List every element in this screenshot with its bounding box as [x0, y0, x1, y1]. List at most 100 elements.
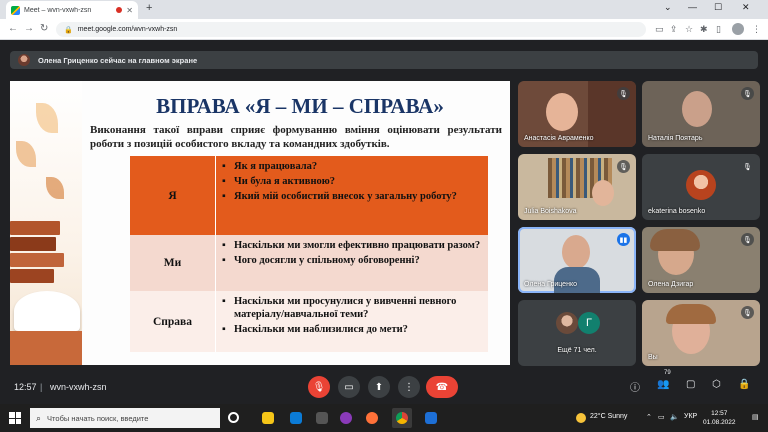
volume-icon[interactable]: 🔈: [670, 413, 679, 421]
slide-decoration: [10, 81, 82, 365]
tray-chevron-icon[interactable]: ⌃: [646, 413, 652, 421]
mic-off-icon: 🎙: [741, 87, 754, 100]
host-controls-icon[interactable]: 🔒: [738, 379, 750, 390]
leaf-icon: [16, 141, 36, 167]
browser-menu-icon[interactable]: ⋮: [752, 24, 761, 35]
new-tab-button[interactable]: +: [146, 2, 152, 14]
lock-icon: 🔒: [64, 26, 73, 34]
participant-hair: [666, 304, 716, 324]
profile-avatar[interactable]: [732, 23, 744, 35]
extensions-icon[interactable]: ✱: [700, 24, 708, 35]
slide-table: Я ▪ Як я працювала? ▪ Чи була я активною? …: [130, 156, 488, 352]
word-icon[interactable]: [425, 412, 437, 424]
end-call-button[interactable]: ☎: [426, 376, 458, 398]
present-button[interactable]: ⬆: [368, 376, 390, 398]
back-icon[interactable]: ←: [8, 23, 18, 34]
participant-count-badge: 79: [664, 370, 671, 376]
clock-date: 01.08.2022: [703, 419, 736, 426]
participant-tile[interactable]: 🎙 Наталія Поятарь: [642, 81, 760, 147]
bullet-item: ▪ Чого досягли у спільному обговоренні?: [222, 255, 420, 266]
clock-time: 12:57: [711, 410, 728, 417]
participant-name: Наталія Поятарь: [648, 135, 703, 142]
share-icon[interactable]: ⇪: [670, 24, 678, 35]
more-icon: ⋮: [404, 381, 414, 393]
camera-permission-icon[interactable]: ▭: [655, 24, 664, 35]
self-tile[interactable]: 🎙 Вы: [642, 300, 760, 366]
screen: Meet – wvn-vxwh-zsn ✕ + ⌄ — ☐ ✕ ← → ↻ 🔒 …: [0, 0, 768, 432]
weather-text[interactable]: 22°C Sunny: [590, 413, 627, 420]
mic-off-icon: 🎙: [741, 306, 754, 319]
browser-tab[interactable]: Meet – wvn-vxwh-zsn ✕: [6, 1, 138, 19]
row-label: Я: [130, 156, 216, 235]
book-icon: [10, 253, 64, 267]
row-items: ▪ Як я працювала? ▪ Чи була я активною? ▪ Я…: [216, 156, 488, 235]
participant-name: Олена Дзигар: [648, 281, 694, 288]
table-row: Справа ▪ Наскільки ми просунулися у вивче…: [130, 291, 488, 352]
meet-stage: Олена Гриценко сейчас на главном экране …: [0, 41, 768, 404]
search-icon: ⌕: [36, 412, 42, 423]
participant-tile[interactable]: 🎙 Анастасія Авраменко: [518, 81, 636, 147]
tab-search-icon[interactable]: ⌄: [664, 2, 672, 13]
activities-icon[interactable]: ⬡: [712, 379, 721, 390]
more-participants-count: Ещё 71 чел.: [557, 347, 597, 354]
reload-icon[interactable]: ↻: [40, 23, 48, 34]
meeting-time: 12:57: [14, 382, 37, 392]
presented-slide: ВПРАВА «Я – МИ – СПРАВА» Виконання такої…: [10, 81, 510, 365]
row-items: ▪ Наскільки ми змогли ефективно працювати…: [216, 235, 488, 291]
participant-name: Вы: [648, 354, 658, 361]
taskbar-clock[interactable]: 12:57 01.08.2022: [703, 409, 736, 427]
taskbar-search[interactable]: ⌕ Чтобы начать поиск, введите: [30, 408, 220, 428]
chat-icon[interactable]: ▢: [686, 379, 695, 390]
task-view-icon[interactable]: [228, 412, 239, 423]
mic-off-icon: 🎙: [617, 87, 630, 100]
firefox-icon[interactable]: [366, 412, 378, 424]
tab-close-icon[interactable]: ✕: [126, 6, 133, 15]
participant-tile[interactable]: 🎙 ekaterina bosenko: [642, 154, 760, 220]
participant-tile-active[interactable]: ▮▮ Олена Гриценко: [518, 227, 636, 293]
participant-tile[interactable]: 🎙 Олена Дзигар: [642, 227, 760, 293]
people-icon[interactable]: 👥: [657, 379, 669, 390]
bookmark-star-icon[interactable]: ☆: [685, 24, 693, 35]
participant-tile[interactable]: 🎙 Julia Boishakova: [518, 154, 636, 220]
close-window-icon[interactable]: ✕: [742, 2, 750, 13]
leaf-icon: [36, 103, 58, 133]
more-participants-tile[interactable]: Г Ещё 71 чел.: [518, 300, 636, 366]
mic-toggle-button[interactable]: 🎙: [308, 376, 330, 398]
maximize-icon[interactable]: ☐: [714, 2, 722, 13]
side-panel-icon[interactable]: ▯: [716, 24, 721, 35]
app-icon[interactable]: [316, 412, 328, 424]
row-label: Справа: [130, 291, 216, 352]
meet-favicon-icon: [11, 5, 20, 15]
weather-sun-icon[interactable]: [576, 413, 586, 423]
file-explorer-icon[interactable]: [262, 412, 274, 424]
participant-name: ekaterina bosenko: [648, 208, 706, 215]
viber-icon[interactable]: [340, 412, 352, 424]
chrome-icon[interactable]: [396, 412, 408, 424]
more-options-button[interactable]: ⋮: [398, 376, 420, 398]
minimize-icon[interactable]: —: [688, 2, 697, 12]
address-bar[interactable]: 🔒 meet.google.com/wvn-vxwh-zsn: [56, 22, 646, 37]
notifications-icon[interactable]: ▤: [752, 413, 759, 421]
bullet-item: ▪ Як я працювала?: [222, 161, 318, 172]
presenting-text: Олена Гриценко сейчас на главном экране: [38, 55, 198, 65]
presenting-banner: Олена Гриценко сейчас на главном экране: [10, 51, 758, 69]
windows-start-icon[interactable]: [9, 412, 21, 424]
url-text: meet.google.com/wvn-vxwh-zsn: [77, 26, 178, 33]
network-icon[interactable]: ▭: [658, 413, 665, 421]
participant-video: [562, 235, 590, 269]
forward-icon[interactable]: →: [24, 23, 34, 34]
bullet-item: ▪ Який мій особистий внесок у загальну ро…: [222, 191, 457, 202]
mic-off-icon: 🎙: [312, 381, 326, 393]
slide-title: ВПРАВА «Я – МИ – СПРАВА»: [156, 94, 444, 118]
camera-toggle-button[interactable]: ▭: [338, 376, 360, 398]
open-book-icon: [14, 291, 80, 331]
participant-avatar-letter: Г: [578, 312, 600, 334]
end-call-icon: ☎: [435, 381, 449, 393]
windows-taskbar: ⌕ Чтобы начать поиск, введите 22°C Sunny…: [0, 404, 768, 432]
app-icon[interactable]: [290, 412, 302, 424]
participant-name: Julia Boishakova: [524, 208, 577, 215]
bullet-item: ▪ Наскільки ми просунулися у вивченні пев…: [222, 296, 457, 320]
participant-video: [682, 91, 712, 127]
keyboard-language[interactable]: УКР: [684, 413, 697, 420]
info-icon[interactable]: ⓘ: [630, 379, 640, 394]
